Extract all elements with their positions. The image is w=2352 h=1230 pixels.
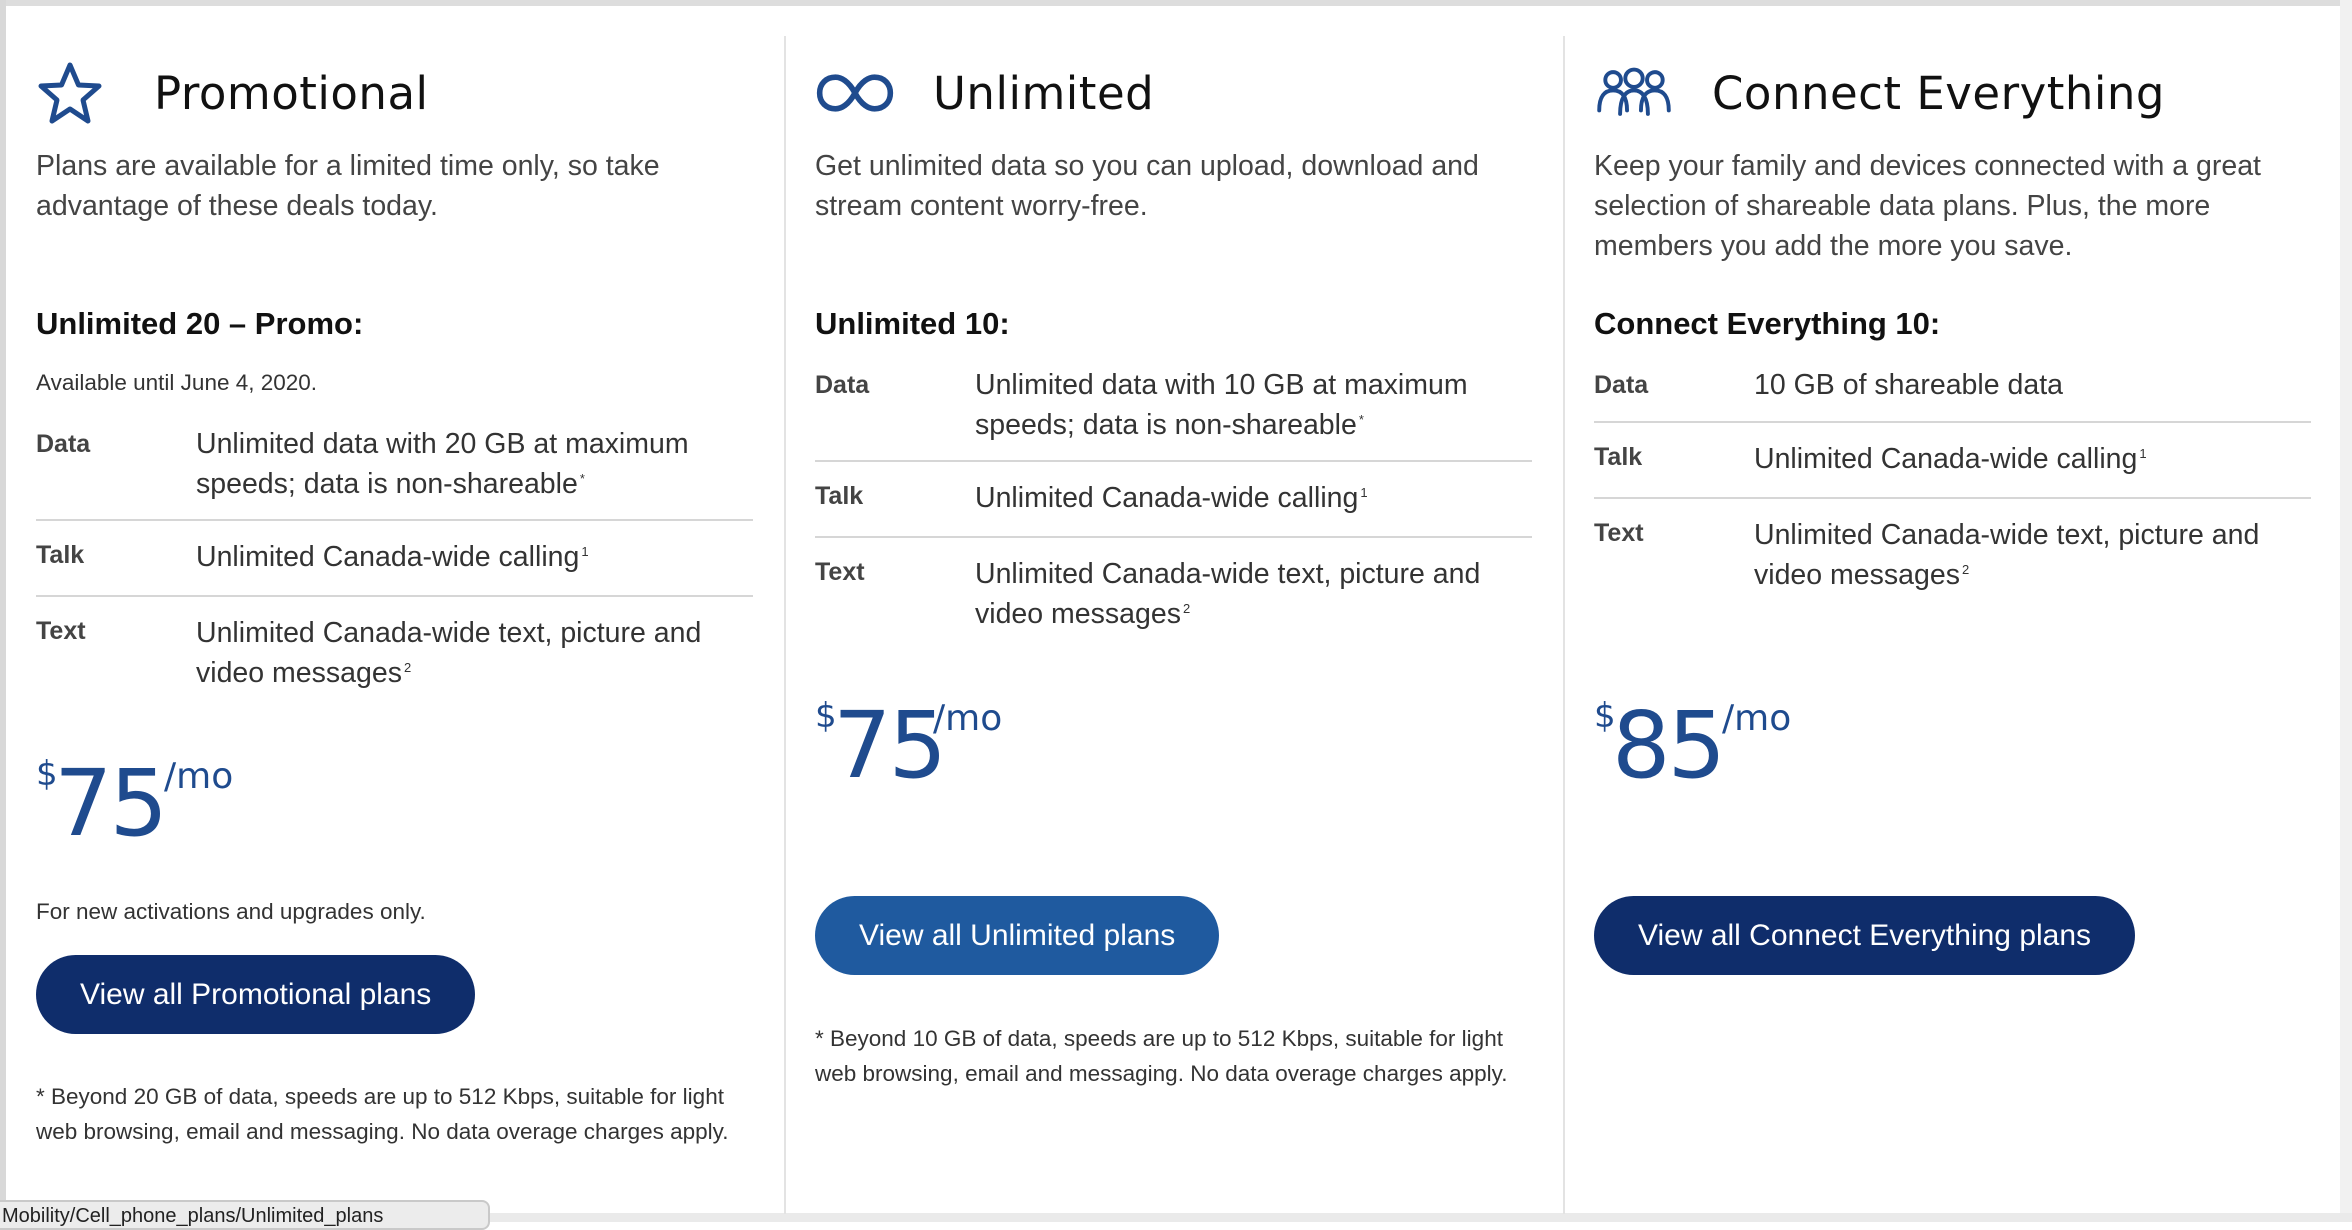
feature-label: Data [815, 371, 870, 399]
feature-label: Talk [815, 482, 864, 510]
feature-label: Data [36, 430, 91, 458]
feature-value: Unlimited Canada-wide calling 1 [196, 541, 589, 573]
star-icon [36, 58, 116, 128]
column-intro: Get unlimited data so you can upload, do… [815, 150, 1479, 222]
feature-label: Text [815, 558, 865, 586]
footnote: * Beyond 20 GB of data, speeds are up to… [36, 1084, 729, 1144]
feature-value: Unlimited Canada-wide calling 1 [975, 482, 1368, 514]
feature-label: Talk [1594, 443, 1643, 471]
price-period: /mo [1722, 698, 1792, 739]
availability-note: Available until June 4, 2020. [36, 370, 318, 395]
price-period: /mo [933, 698, 1003, 739]
feature-value: Unlimited Canada-wide text, picture and … [196, 617, 702, 689]
status-bar-url: Mobility/Cell_phone_plans/Unlimited_plan… [0, 1200, 490, 1230]
feature-table: Data 10 GB of shareable data Talk Unlimi… [1594, 365, 2311, 599]
plan-column-connect-everything: Connect Everything Keep your family and … [1594, 0, 2311, 1212]
feature-value: Unlimited data with 10 GB at maximum spe… [975, 369, 1468, 441]
footnote: * Beyond 10 GB of data, speeds are up to… [815, 1026, 1508, 1086]
feature-label: Data [1594, 371, 1649, 399]
feature-row-talk: Talk Unlimited Canada-wide calling 1 [36, 521, 753, 597]
price-period: /mo [164, 756, 234, 797]
feature-value: Unlimited data with 20 GB at maximum spe… [196, 428, 689, 500]
people-group-icon [1594, 58, 1674, 128]
infinity-icon [815, 58, 895, 128]
feature-row-text: Text Unlimited Canada-wide text, picture… [1594, 499, 2311, 599]
feature-row-data: Data Unlimited data with 10 GB at maximu… [815, 365, 1532, 462]
feature-value: Unlimited Canada-wide calling 1 [1754, 443, 2147, 475]
feature-row-talk: Talk Unlimited Canada-wide calling 1 [815, 462, 1532, 538]
plan-name: Unlimited 20 – Promo: [36, 306, 364, 341]
column-divider [1563, 36, 1565, 1214]
column-intro: Keep your family and devices connected w… [1594, 150, 2261, 262]
feature-table: Data Unlimited data with 10 GB at maximu… [815, 365, 1532, 638]
price-amount: 85 [1612, 692, 1726, 799]
column-title: Connect Everything [1712, 66, 2166, 120]
view-promotional-plans-button[interactable]: View all Promotional plans [36, 955, 476, 1034]
column-header: Unlimited [815, 58, 1154, 128]
view-unlimited-plans-button[interactable]: View all Unlimited plans [815, 896, 1220, 975]
feature-label: Talk [36, 541, 85, 569]
plan-column-unlimited: Unlimited Get unlimited data so you can … [815, 0, 1532, 1212]
feature-row-text: Text Unlimited Canada-wide text, picture… [815, 538, 1532, 638]
price-amount: 75 [54, 750, 168, 857]
window-right-edge [2340, 0, 2352, 1222]
feature-row-talk: Talk Unlimited Canada-wide calling 1 [1594, 423, 2311, 499]
plan-name: Unlimited 10: [815, 306, 1010, 341]
column-header: Promotional [36, 58, 429, 128]
column-header: Connect Everything [1594, 58, 2165, 128]
feature-row-text: Text Unlimited Canada-wide text, picture… [36, 597, 753, 697]
plan-name: Connect Everything 10: [1594, 306, 1941, 341]
feature-value: Unlimited Canada-wide text, picture and … [1754, 519, 2260, 591]
view-connect-everything-plans-button[interactable]: View all Connect Everything plans [1594, 896, 2136, 975]
column-title: Promotional [154, 66, 429, 120]
feature-row-data: Data Unlimited data with 20 GB at maximu… [36, 424, 753, 521]
feature-table: Data Unlimited data with 20 GB at maximu… [36, 424, 753, 697]
column-divider [784, 36, 786, 1214]
feature-label: Text [36, 617, 86, 645]
feature-value: Unlimited Canada-wide text, picture and … [975, 558, 1481, 630]
activation-note: For new activations and upgrades only. [36, 899, 426, 924]
feature-row-data: Data 10 GB of shareable data [1594, 365, 2311, 423]
column-intro: Plans are available for a limited time o… [36, 150, 660, 222]
feature-label: Text [1594, 519, 1644, 547]
price-amount: 75 [833, 692, 947, 799]
column-title: Unlimited [933, 66, 1155, 120]
plan-column-promotional: Promotional Plans are available for a li… [36, 0, 753, 1212]
window-left-edge [0, 0, 6, 1222]
feature-value: 10 GB of shareable data [1754, 369, 2063, 401]
